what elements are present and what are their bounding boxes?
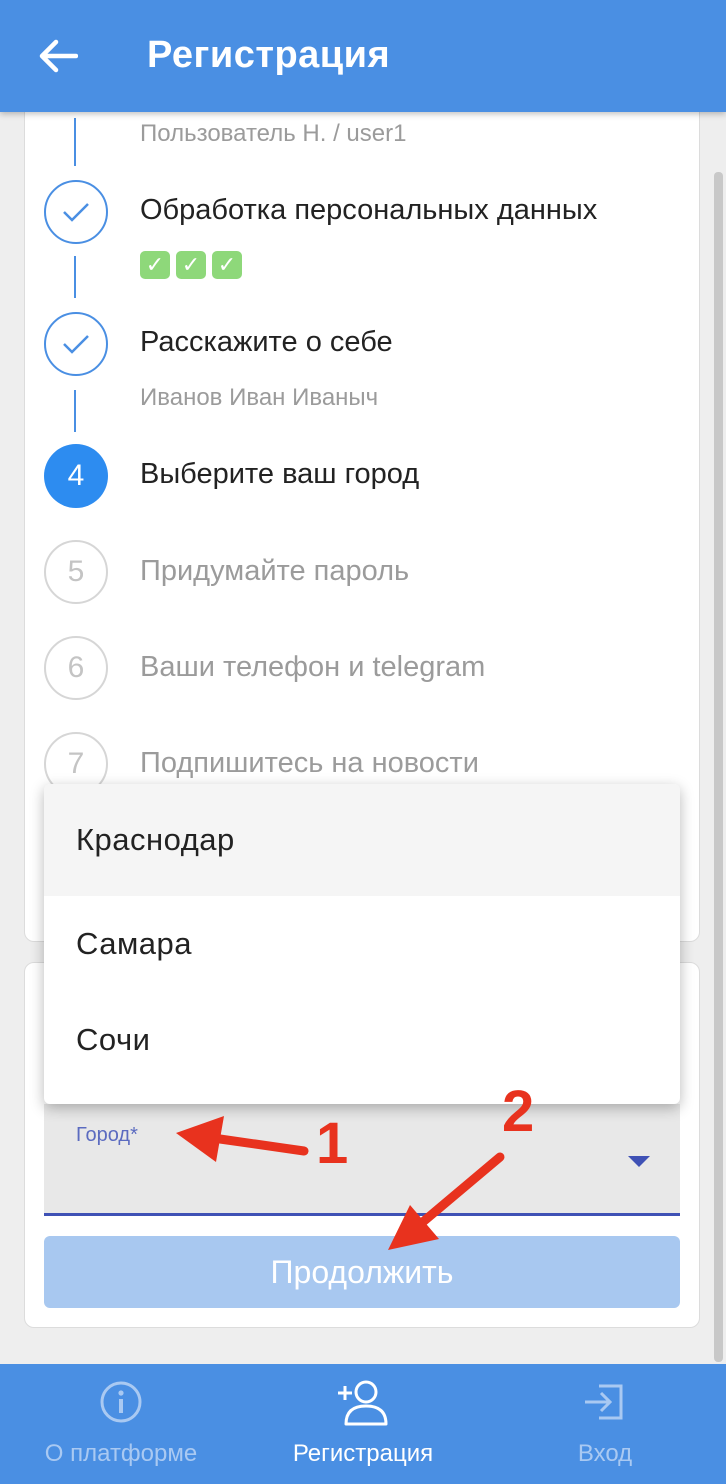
nav-item-about[interactable]: О платформе <box>0 1364 242 1484</box>
check-mark-emoji-icon: ✓ <box>212 251 242 279</box>
continue-button[interactable]: Продолжить <box>44 1236 680 1308</box>
app-bar: Регистрация <box>0 0 726 112</box>
check-mark-emoji-icon: ✓ <box>140 251 170 279</box>
nav-item-login[interactable]: Вход <box>484 1364 726 1484</box>
nav-label-login: Вход <box>577 1440 633 1467</box>
info-icon <box>100 1381 142 1423</box>
step-4-title[interactable]: Выберите ваш город <box>140 458 419 491</box>
arrow-left-icon <box>39 39 78 73</box>
step-2-title[interactable]: Обработка персональных данных <box>140 194 597 227</box>
bottom-navigation: О платформе Регистрация Вход <box>0 1364 726 1484</box>
annotation-number-2: 2 <box>502 1079 535 1144</box>
step-1-summary: Пользователь Н. / user1 <box>140 120 407 147</box>
step-connector <box>74 256 76 298</box>
step-2-check-icon <box>44 180 108 244</box>
nav-item-registration[interactable]: Регистрация <box>242 1364 484 1484</box>
step-3-check-icon <box>44 312 108 376</box>
city-select-label: Город* <box>76 1124 138 1146</box>
add-user-icon <box>338 1380 388 1426</box>
check-mark-emoji-icon: ✓ <box>176 251 206 279</box>
nav-label-about: О платформе <box>44 1440 198 1467</box>
step-3-title[interactable]: Расскажите о себе <box>140 326 393 359</box>
step-5-title: Придумайте пароль <box>140 555 410 587</box>
city-option-sochi[interactable]: Сочи <box>44 992 680 1088</box>
step-4-number: 4 <box>44 444 108 508</box>
dropdown-caret-icon[interactable] <box>628 1156 650 1167</box>
nav-label-registration: Регистрация <box>292 1440 434 1467</box>
step-6-number: 6 <box>44 636 108 700</box>
city-option-samara[interactable]: Самара <box>44 896 680 992</box>
login-icon <box>585 1384 623 1420</box>
step-connector <box>74 390 76 432</box>
step-5-number: 5 <box>44 540 108 604</box>
city-option-krasnodar[interactable]: Краснодар <box>44 784 680 896</box>
step-7-title: Подпишитесь на новости <box>140 747 479 779</box>
step-2-summary: ✓ ✓ ✓ <box>140 251 242 279</box>
annotation-number-1: 1 <box>316 1111 349 1176</box>
scrollbar[interactable] <box>714 172 723 1362</box>
city-dropdown-menu: Краснодар Самара Сочи <box>44 784 680 1104</box>
step-3-summary: Иванов Иван Иваныч <box>140 384 379 411</box>
step-6-title: Ваши телефон и telegram <box>140 651 486 683</box>
page-title: Регистрация <box>147 34 391 76</box>
back-button[interactable] <box>34 32 82 80</box>
step-connector <box>74 118 76 166</box>
city-select[interactable]: Город* <box>44 1104 680 1216</box>
